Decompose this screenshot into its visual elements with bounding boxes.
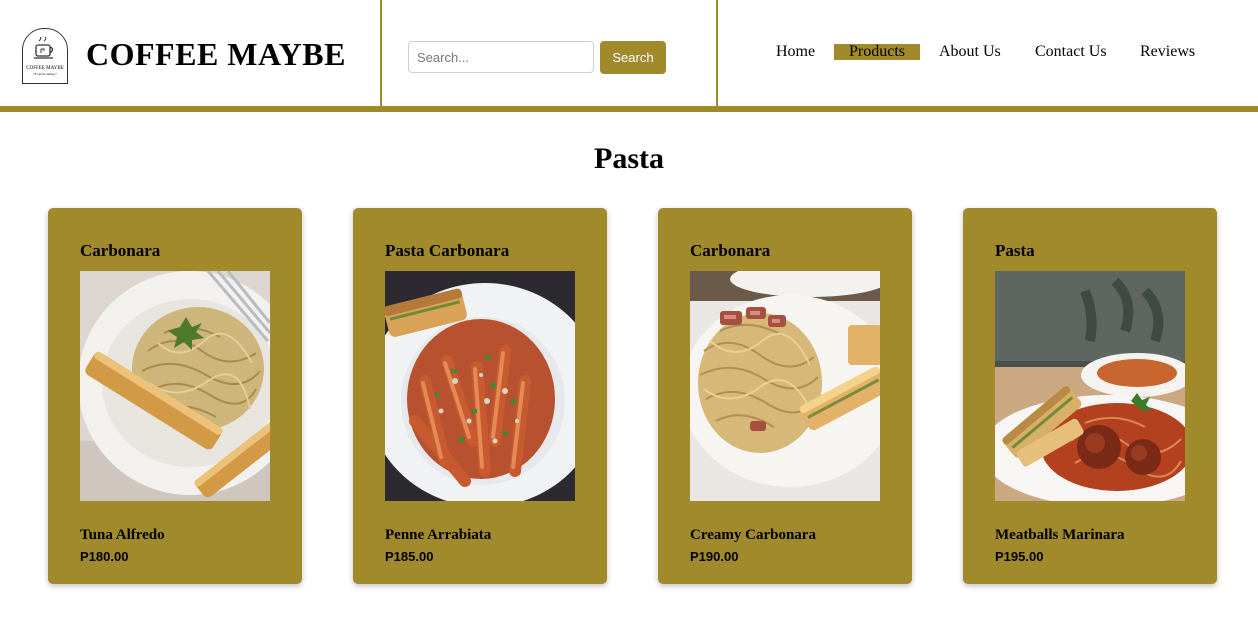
product-category: Carbonara: [80, 241, 161, 260]
product-image[interactable]: [690, 271, 880, 501]
nav-home[interactable]: Home: [776, 44, 815, 60]
logo[interactable]: COFFEE MAYBE "E sarns muitay": [22, 28, 68, 84]
product-name: Tuna Alfredo: [80, 527, 165, 543]
product-card[interactable]: Pasta Meatballs Marinara P195.00: [963, 208, 1217, 584]
brand-area: COFFEE MAYBE "E sarns muitay" COFFEE MAY…: [0, 0, 382, 106]
product-category: Carbonara: [690, 241, 771, 260]
product-name: Penne Arrabiata: [385, 527, 492, 543]
product-price: P195.00: [995, 549, 1044, 564]
search-button[interactable]: Search: [600, 41, 666, 74]
search-area: Search: [382, 0, 718, 106]
pasta-photo: [690, 271, 880, 501]
product-image[interactable]: [80, 271, 270, 501]
logo-tagline: "E sarns muitay": [33, 72, 57, 76]
nav-products[interactable]: Products: [834, 44, 920, 60]
product-price: P190.00: [690, 549, 739, 564]
pasta-photo: [995, 271, 1185, 501]
site-header: COFFEE MAYBE "E sarns muitay" COFFEE MAY…: [0, 0, 1258, 112]
coffee-cup-icon: [34, 37, 54, 59]
brand-name[interactable]: COFFEE MAYBE: [86, 36, 346, 73]
page-title: Pasta: [594, 142, 664, 175]
nav-about-us[interactable]: About Us: [939, 44, 1001, 60]
nav-contact-us[interactable]: Contact Us: [1035, 44, 1107, 60]
main-nav: Home Products About Us Contact Us Review…: [720, 0, 1258, 106]
nav-reviews[interactable]: Reviews: [1140, 44, 1195, 60]
product-card[interactable]: Carbonara Tuna Alfredo P180.00: [48, 208, 302, 584]
product-image[interactable]: [995, 271, 1185, 501]
product-card[interactable]: Carbonara Creamy Carbonara P190.00: [658, 208, 912, 584]
pasta-photo: [385, 271, 575, 501]
product-price: P180.00: [80, 549, 129, 564]
search-input[interactable]: [408, 41, 594, 73]
product-price: P185.00: [385, 549, 434, 564]
product-image[interactable]: [385, 271, 575, 501]
product-category: Pasta Carbonara: [385, 241, 510, 260]
product-name: Creamy Carbonara: [690, 527, 816, 543]
product-card[interactable]: Pasta Carbonara Penne Arrabiata P185.00: [353, 208, 607, 584]
product-category: Pasta: [995, 241, 1035, 260]
pasta-photo: [80, 271, 270, 501]
logo-text: COFFEE MAYBE: [26, 66, 64, 71]
product-name: Meatballs Marinara: [995, 527, 1125, 543]
